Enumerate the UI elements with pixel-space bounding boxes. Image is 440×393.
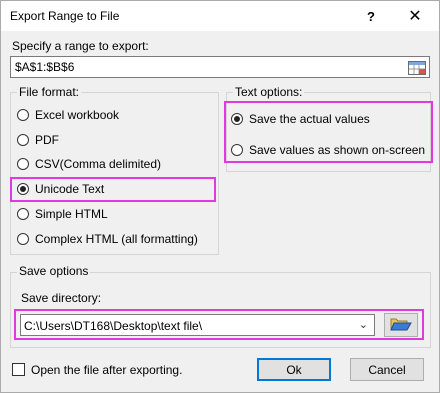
open-after-export-checkbox[interactable] [12, 363, 25, 376]
radio-button[interactable] [17, 158, 29, 170]
radio-button[interactable] [17, 233, 29, 245]
radio-button-selected[interactable] [17, 183, 29, 195]
range-select-icon[interactable] [405, 58, 429, 77]
export-range-dialog: Export Range to File ? ✕ Specify a range… [0, 0, 440, 393]
cancel-button-label: Cancel [368, 362, 406, 377]
format-option-label: PDF [35, 133, 59, 147]
radio-button[interactable] [17, 208, 29, 220]
text-option-actual-values[interactable]: Save the actual values [231, 112, 370, 126]
file-format-legend: File format: [17, 85, 82, 99]
format-option-pdf[interactable]: PDF [17, 133, 59, 147]
cancel-button[interactable]: Cancel [350, 358, 424, 381]
format-option-complex-html[interactable]: Complex HTML (all formatting) [17, 232, 198, 246]
format-option-label: Simple HTML [35, 207, 108, 221]
close-button[interactable]: ✕ [393, 3, 437, 29]
text-options-group [226, 92, 431, 172]
browse-folder-button[interactable] [384, 313, 418, 337]
folder-open-icon [390, 316, 412, 335]
radio-button[interactable] [231, 144, 243, 156]
range-label: Specify a range to export: [12, 39, 149, 53]
open-after-export-label: Open the file after exporting. [31, 363, 183, 377]
radio-button[interactable] [17, 134, 29, 146]
save-directory-combobox[interactable]: C:\Users\DT168\Desktop\text file\ ⌄ [20, 314, 375, 336]
title-bar: Export Range to File ? ✕ [1, 1, 439, 31]
format-option-simple-html[interactable]: Simple HTML [17, 207, 108, 221]
format-option-csv[interactable]: CSV(Comma delimited) [17, 157, 161, 171]
save-options-legend: Save options [17, 264, 91, 278]
text-option-shown-values[interactable]: Save values as shown on-screen [231, 143, 425, 157]
radio-button[interactable] [17, 109, 29, 121]
save-options-group [10, 272, 431, 348]
ok-button[interactable]: Ok [257, 358, 331, 381]
range-value: $A$1:$B$6 [15, 60, 75, 74]
format-option-unicode-text[interactable]: Unicode Text [17, 182, 104, 196]
text-option-label: Save values as shown on-screen [249, 143, 426, 157]
chevron-down-icon[interactable]: ⌄ [359, 318, 368, 331]
text-options-legend: Text options: [233, 85, 305, 99]
radio-button-selected[interactable] [231, 113, 243, 125]
text-option-label: Save the actual values [249, 112, 370, 126]
ok-button-label: Ok [286, 362, 302, 377]
format-option-excel[interactable]: Excel workbook [17, 108, 119, 122]
range-input[interactable]: $A$1:$B$6 [10, 56, 430, 78]
format-option-label: Excel workbook [35, 108, 120, 122]
dialog-title: Export Range to File [10, 9, 120, 23]
format-option-label: Unicode Text [35, 182, 105, 196]
help-button[interactable]: ? [349, 3, 393, 29]
save-directory-value: C:\Users\DT168\Desktop\text file\ [24, 319, 203, 333]
format-option-label: Complex HTML (all formatting) [35, 232, 198, 246]
save-directory-label: Save directory: [21, 291, 102, 305]
format-option-label: CSV(Comma delimited) [35, 157, 162, 171]
